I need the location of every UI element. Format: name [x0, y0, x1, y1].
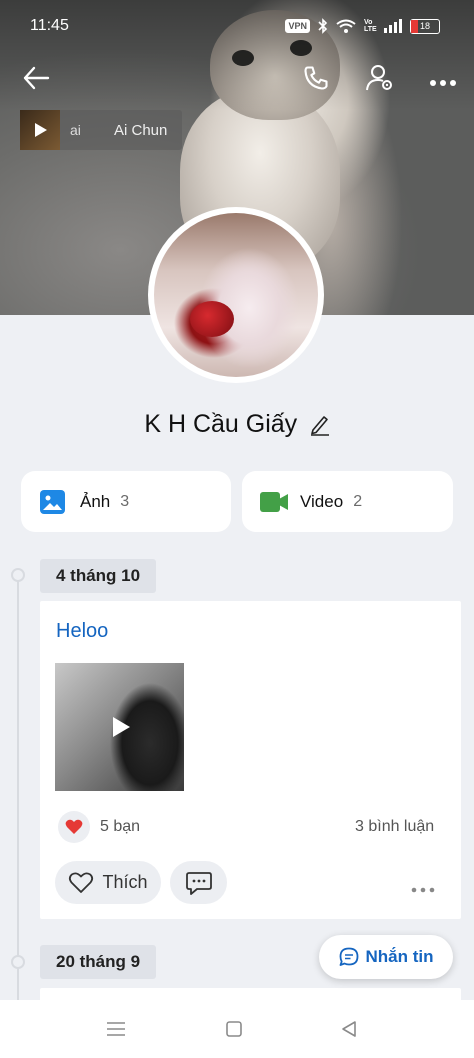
post-video-thumbnail[interactable] — [55, 663, 184, 791]
comment-icon — [185, 871, 212, 895]
likes-count[interactable]: 5 bạn — [100, 818, 140, 836]
play-icon — [113, 717, 130, 737]
avatar-image — [154, 213, 318, 377]
wifi-icon — [336, 19, 356, 33]
comment-button[interactable] — [170, 861, 227, 904]
message-button[interactable]: Nhắn tin — [319, 935, 453, 979]
back-triangle-icon[interactable] — [341, 1020, 357, 1038]
system-nav-bar — [0, 1000, 474, 1058]
back-button[interactable] — [22, 64, 50, 97]
avatar-roses — [190, 301, 234, 337]
timeline-date: 20 tháng 9 — [40, 945, 157, 979]
chat-bubble-icon — [339, 947, 358, 966]
more-dots-icon — [430, 80, 456, 86]
video-camera-icon — [260, 491, 288, 512]
heart-icon — [65, 819, 83, 834]
status-icons: VPN Vo LTE 18 — [285, 18, 440, 34]
music-title: ai — [70, 122, 81, 138]
back-arrow-icon — [23, 66, 50, 90]
profile-settings-button[interactable] — [365, 63, 395, 98]
volte-label: Vo LTE — [364, 19, 377, 33]
edit-name-button[interactable] — [310, 414, 330, 441]
photos-label: Ảnh — [80, 491, 111, 511]
message-label: Nhắn tin — [365, 947, 434, 966]
post-more-button[interactable] — [411, 880, 435, 898]
avatar[interactable] — [148, 207, 324, 383]
photos-card[interactable]: Ảnh 3 — [21, 471, 231, 532]
bluetooth-icon — [318, 18, 328, 34]
more-dots-icon — [411, 887, 435, 893]
heart-outline-icon — [69, 871, 94, 893]
timeline-line — [17, 575, 19, 1005]
profile-name: K H Cầu Giấy — [144, 410, 298, 438]
like-button[interactable]: Thích — [55, 861, 161, 904]
profile-name-row: K H Cầu Giấy — [0, 410, 474, 441]
like-label: Thích — [102, 872, 148, 892]
post-title: Heloo — [56, 620, 109, 642]
status-bar: 11:45 VPN Vo LTE 18 — [0, 0, 474, 54]
more-options-button[interactable] — [430, 74, 456, 92]
status-time: 11:45 — [30, 17, 69, 34]
phone-icon — [304, 66, 328, 90]
comments-count[interactable]: 3 bình luận — [355, 818, 434, 836]
music-play-thumbnail[interactable] — [20, 110, 60, 150]
photo-icon — [40, 489, 65, 514]
battery-icon: 18 — [410, 18, 440, 34]
call-button[interactable] — [302, 64, 330, 97]
photos-count: 3 — [120, 492, 130, 510]
vpn-badge: VPN — [285, 19, 310, 33]
signal-icon — [384, 19, 402, 33]
music-artist: Ai Chun — [114, 121, 168, 139]
reaction-badge[interactable] — [58, 811, 90, 843]
user-settings-icon — [366, 65, 392, 91]
timeline-dot — [11, 955, 25, 969]
videos-label: Video — [300, 491, 344, 511]
menu-icon[interactable] — [107, 1021, 125, 1037]
videos-count: 2 — [353, 492, 363, 510]
timeline-dot — [11, 568, 25, 582]
videos-card[interactable]: Video 2 — [242, 471, 453, 532]
pencil-icon — [310, 416, 329, 437]
timeline-date: 4 tháng 10 — [40, 559, 157, 593]
home-icon[interactable] — [226, 1021, 242, 1037]
profile-music[interactable]: ai Ai Chun — [20, 110, 182, 150]
